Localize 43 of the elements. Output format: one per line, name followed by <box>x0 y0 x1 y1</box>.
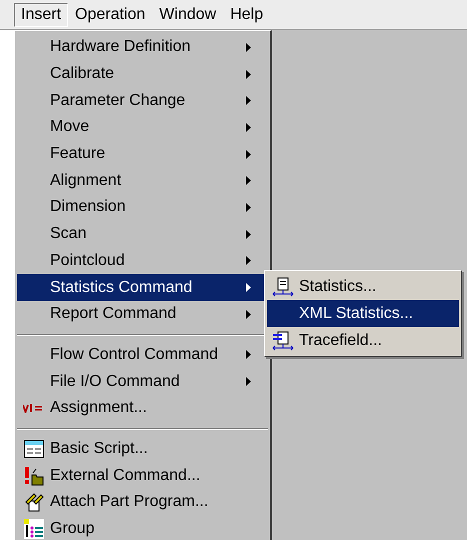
menu-item[interactable]: Attach Part Program... <box>17 489 268 516</box>
menu-item[interactable]: XML Statistics... <box>267 300 459 327</box>
submenu-arrow-icon <box>246 283 251 292</box>
menu-item[interactable]: Alignment <box>17 167 268 194</box>
submenu-arrow-icon <box>246 176 251 186</box>
menu-bar-item[interactable]: Window <box>152 2 224 26</box>
submenu-arrow-icon <box>246 150 251 159</box>
menu-item[interactable]: File I/O Command <box>17 368 268 395</box>
submenu-arrow-icon <box>246 42 251 52</box>
submenu-arrow-icon <box>246 96 251 106</box>
menu-item[interactable]: Statistics... <box>267 273 459 300</box>
menu-item[interactable]: Move <box>17 114 268 141</box>
submenu-arrow-icon <box>246 377 251 386</box>
menu-item[interactable]: External Command... <box>17 462 268 489</box>
submenu-arrow-icon <box>246 202 251 212</box>
document-icon <box>272 276 294 296</box>
menu-item[interactable]: Feature <box>17 140 268 168</box>
menu-item[interactable]: Scan <box>17 220 268 248</box>
submenu-arrow-icon <box>246 350 251 360</box>
menu-item[interactable]: Assignment... <box>17 394 268 422</box>
submenu-arrow-icon <box>246 310 251 319</box>
submenu-arrow-icon <box>246 122 251 132</box>
window-icon <box>24 440 44 458</box>
pencil-document-icon <box>24 492 44 512</box>
menu-item[interactable]: Group <box>17 516 268 540</box>
submenu-arrow-icon <box>246 70 251 79</box>
menu-item[interactable]: Parameter Change <box>17 87 268 114</box>
menu-item[interactable]: Flow Control Command <box>17 342 268 368</box>
menu-item[interactable]: Report Command <box>17 300 268 328</box>
document-icon <box>272 330 294 350</box>
menu-item[interactable]: Dimension <box>17 194 268 221</box>
menu-bar-item[interactable]: Help <box>223 2 270 26</box>
menu-bar-item[interactable]: Insert <box>14 2 68 26</box>
submenu-arrow-icon <box>246 256 251 266</box>
menu-item[interactable]: Basic Script... <box>17 436 268 462</box>
submenu-arrow-icon <box>246 230 251 239</box>
menu-item[interactable]: Hardware Definition <box>17 34 268 61</box>
folder-icon <box>24 466 44 486</box>
menu-item[interactable]: Pointcloud <box>17 248 268 274</box>
menu-item[interactable]: Calibrate <box>17 60 268 88</box>
menu-bar-item[interactable]: Operation <box>68 2 152 26</box>
menu-item[interactable]: Tracefield... <box>267 327 459 354</box>
variable-icon <box>22 403 44 414</box>
